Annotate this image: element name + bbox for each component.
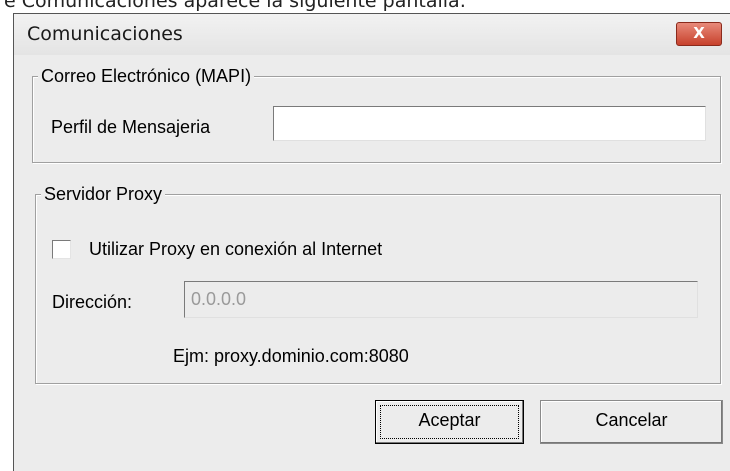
- proxy-groupbox: Servidor Proxy Utilizar Proxy en conexió…: [35, 184, 721, 384]
- mapi-group-legend: Correo Electrónico (MAPI): [38, 66, 255, 86]
- mapi-groupbox: Correo Electrónico (MAPI) Perfil de Mens…: [32, 66, 721, 163]
- communications-dialog: Comunicaciones X Correo Electrónico (MAP…: [13, 13, 730, 471]
- cancel-button[interactable]: Cancelar: [540, 400, 723, 444]
- address-label: Dirección:: [52, 292, 133, 312]
- profile-input[interactable]: [273, 106, 706, 141]
- use-proxy-label[interactable]: Utilizar Proxy en conexión al Internet: [89, 239, 382, 259]
- accept-button[interactable]: Aceptar: [375, 400, 524, 444]
- use-proxy-checkbox[interactable]: [52, 240, 71, 259]
- page-caption: e Comunicaciones aparece la siguiente pa…: [4, 0, 467, 12]
- proxy-example-text: Ejm: proxy.dominio.com:8080: [173, 346, 409, 366]
- address-input[interactable]: [184, 281, 698, 318]
- profile-label: Perfil de Mensajeria: [51, 117, 211, 137]
- cancel-button-label: Cancelar: [595, 410, 668, 430]
- close-icon: X: [693, 24, 705, 42]
- title-bar[interactable]: Comunicaciones X: [14, 14, 730, 55]
- accept-button-label: Aceptar: [418, 410, 481, 430]
- dialog-title: Comunicaciones: [27, 23, 183, 45]
- proxy-group-legend: Servidor Proxy: [41, 184, 166, 204]
- close-button[interactable]: X: [676, 22, 722, 46]
